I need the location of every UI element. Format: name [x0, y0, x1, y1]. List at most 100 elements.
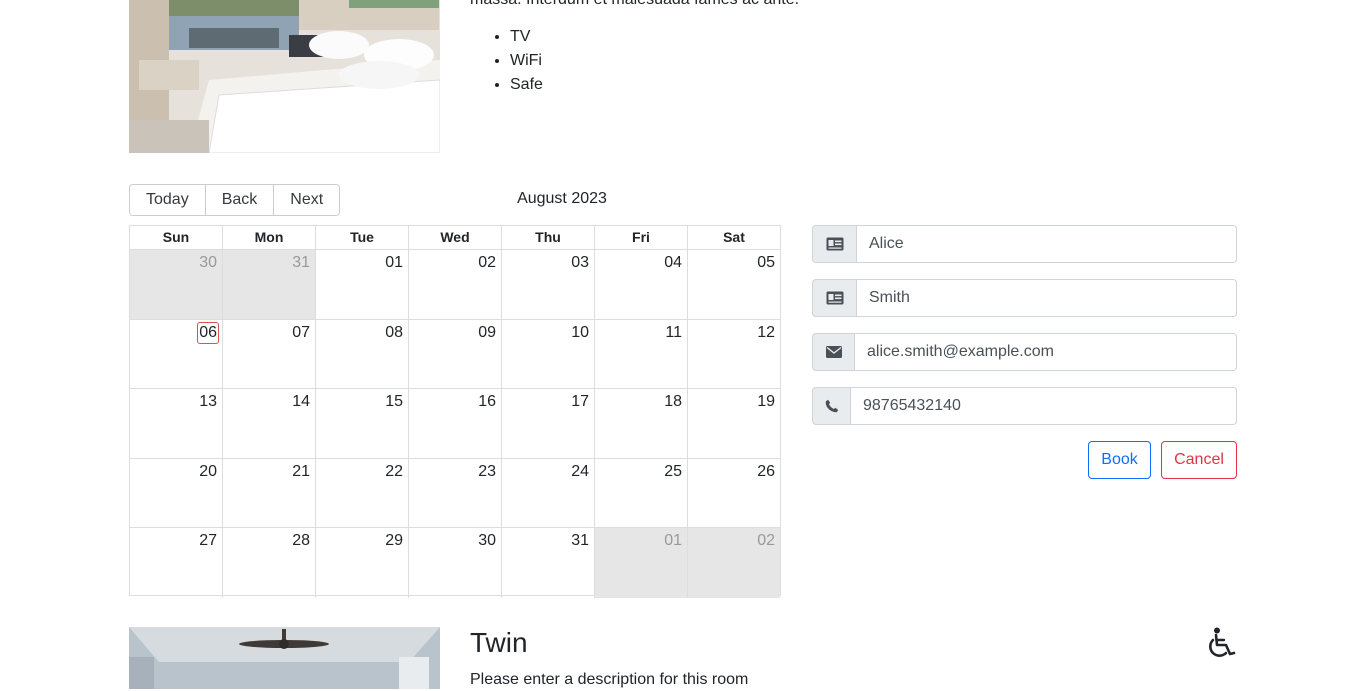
day-number: 24 [571, 462, 589, 480]
phone-input[interactable] [850, 387, 1237, 425]
day-number: 06 [197, 321, 219, 344]
day-cell[interactable]: 05 [687, 250, 780, 319]
week-row: 27 28 29 30 31 01 02 [130, 528, 780, 598]
email-group [812, 333, 1237, 371]
day-cell[interactable]: 15 [315, 389, 408, 458]
day-cell[interactable]: 19 [687, 389, 780, 458]
day-cell[interactable]: 18 [594, 389, 687, 458]
day-number: 16 [478, 393, 496, 410]
day-number: 01 [385, 254, 403, 271]
room-title: Twin [470, 627, 528, 658]
day-cell[interactable]: 30 [130, 250, 222, 319]
day-number: 30 [199, 254, 217, 271]
day-cell[interactable]: 09 [408, 319, 501, 388]
day-cell[interactable]: 12 [687, 319, 780, 388]
email-input[interactable] [854, 333, 1237, 371]
next-button[interactable]: Next [274, 185, 340, 215]
day-cell[interactable]: 13 [130, 389, 222, 458]
day-cell[interactable]: 27 [130, 528, 222, 598]
day-cell[interactable]: 20 [130, 459, 222, 528]
day-number: 15 [385, 393, 403, 410]
lastname-input[interactable] [856, 279, 1237, 317]
day-number: 07 [292, 323, 310, 341]
room-photo [129, 0, 440, 153]
day-number: 02 [478, 254, 496, 271]
room-image [129, 627, 440, 689]
day-number: 01 [664, 532, 682, 549]
day-cell[interactable]: 17 [501, 389, 594, 458]
day-cell[interactable]: 29 [315, 528, 408, 598]
day-number: 30 [478, 532, 496, 549]
back-button[interactable]: Back [205, 185, 275, 215]
room-description: Please enter a description for this room [470, 671, 749, 688]
amenity-item: WiFi [510, 49, 543, 73]
calendar-nav-group: Today Back Next [129, 184, 341, 216]
day-cell[interactable]: 31 [501, 528, 594, 598]
weekday-label: Sat [687, 226, 780, 249]
day-number: 10 [571, 323, 589, 341]
day-number: 18 [664, 393, 682, 410]
day-cell[interactable]: 21 [222, 458, 315, 527]
day-number: 31 [571, 532, 589, 549]
day-number: 05 [757, 254, 775, 271]
day-number: 03 [571, 254, 589, 271]
amenity-item: Safe [510, 73, 543, 97]
day-cell[interactable]: 16 [408, 389, 501, 458]
weekday-header: Sun Mon Tue Wed Thu Fri Sat [130, 226, 780, 250]
firstname-input[interactable] [856, 225, 1237, 263]
day-number: 21 [292, 462, 310, 480]
day-cell[interactable]: 07 [222, 319, 315, 388]
wheelchair-icon [1204, 626, 1238, 660]
day-cell[interactable]: 10 [501, 319, 594, 388]
day-number: 13 [199, 393, 217, 410]
day-cell[interactable]: 01 [594, 528, 687, 598]
book-button[interactable]: Book [1088, 441, 1151, 479]
day-cell-today[interactable]: 06 [130, 320, 222, 389]
day-cell[interactable]: 08 [315, 319, 408, 388]
day-cell[interactable]: 26 [687, 458, 780, 527]
day-cell[interactable]: 02 [687, 528, 780, 598]
day-number: 25 [664, 462, 682, 480]
envelope-icon [812, 333, 854, 371]
weekday-label: Sun [162, 229, 190, 245]
day-cell[interactable]: 24 [501, 458, 594, 527]
day-cell[interactable]: 23 [408, 458, 501, 527]
day-number: 19 [757, 393, 775, 410]
day-number: 22 [385, 462, 403, 480]
day-number: 04 [664, 254, 682, 271]
day-cell[interactable]: 03 [501, 250, 594, 319]
weekday-label: Wed [408, 226, 501, 249]
weekday-label: Tue [315, 226, 408, 249]
day-cell[interactable]: 28 [222, 528, 315, 598]
day-cell[interactable]: 11 [594, 319, 687, 388]
day-number: 31 [292, 254, 310, 271]
id-card-icon [812, 225, 856, 263]
day-number: 14 [292, 393, 310, 410]
day-cell[interactable]: 04 [594, 250, 687, 319]
week-row: 13 14 15 16 17 18 19 [130, 389, 780, 459]
weekday-label: Mon [222, 226, 315, 249]
weekday-label: Fri [594, 226, 687, 249]
day-number: 02 [757, 532, 775, 549]
day-cell[interactable]: 31 [222, 250, 315, 319]
room-photo [129, 627, 440, 689]
today-button[interactable]: Today [130, 185, 206, 215]
amenity-item: TV [510, 25, 543, 49]
lastname-group [812, 279, 1237, 317]
day-cell[interactable]: 30 [408, 528, 501, 598]
day-number: 28 [292, 532, 310, 549]
weekday-label: Thu [501, 226, 594, 249]
day-number: 11 [665, 323, 682, 341]
day-cell[interactable]: 22 [315, 458, 408, 527]
day-cell[interactable]: 02 [408, 250, 501, 319]
week-row: 06 07 08 09 10 11 12 [130, 319, 780, 389]
week-row: 30 31 01 02 03 04 05 [130, 250, 780, 320]
phone-group [812, 387, 1237, 425]
week-row: 20 21 22 23 24 25 26 [130, 458, 780, 528]
day-cell[interactable]: 14 [222, 389, 315, 458]
day-cell[interactable]: 25 [594, 458, 687, 527]
cancel-button[interactable]: Cancel [1161, 441, 1237, 479]
room-description: massa. Interdum et malesuada fames ac an… [470, 0, 799, 12]
room-image [129, 0, 440, 153]
day-cell[interactable]: 01 [315, 250, 408, 319]
